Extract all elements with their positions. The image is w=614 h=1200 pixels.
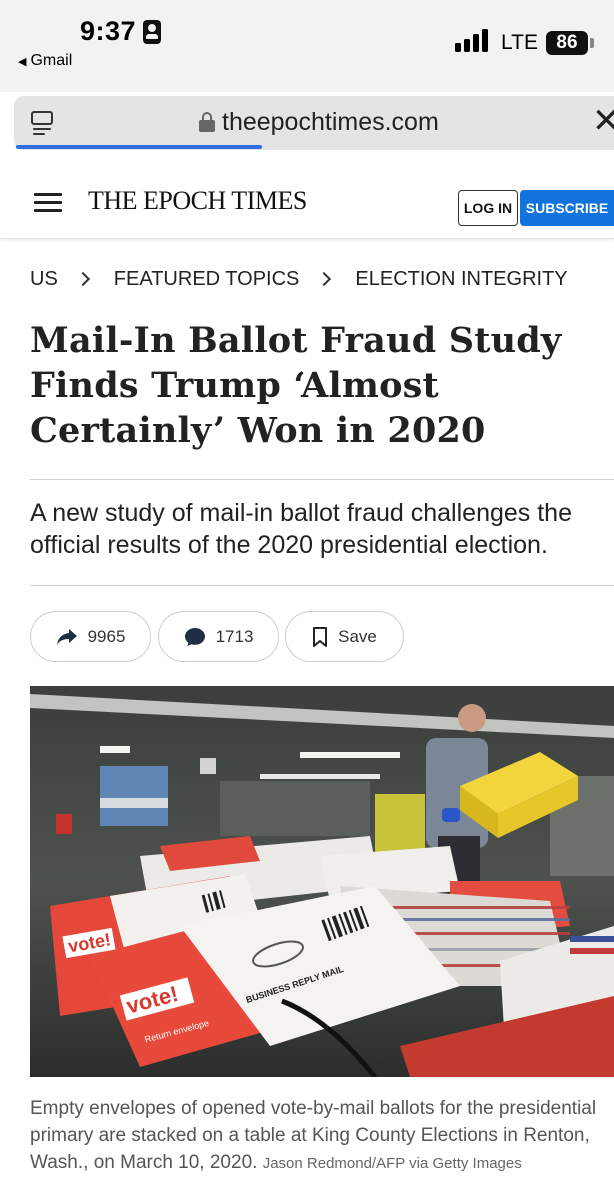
status-bar: 9:37 ◀ Gmail LTE 86 <box>0 0 614 92</box>
chevron-right-icon <box>317 271 332 287</box>
bookmark-icon <box>313 626 328 647</box>
lock-icon <box>199 112 215 132</box>
comment-count: 1713 <box>215 626 254 646</box>
divider <box>30 479 614 480</box>
battery-icon: 86 <box>546 31 588 55</box>
menu-icon[interactable] <box>34 193 62 213</box>
comment-bubble-icon <box>184 627 205 646</box>
comments-button[interactable]: 1713 <box>158 611 279 662</box>
back-app-label: Gmail <box>30 52 73 69</box>
breadcrumb: US FEATURED TOPICS ELECTION INTEGRITY <box>30 266 568 292</box>
subscribe-button[interactable]: SUBSCRIBE <box>520 190 614 226</box>
tabs-icon[interactable] <box>30 111 56 137</box>
breadcrumb-item-election-integrity[interactable]: ELECTION INTEGRITY <box>355 268 567 291</box>
ballot-envelopes-photo: vote! vote! Return envelope BUSINESS REP… <box>30 686 614 1077</box>
network-type: LTE <box>501 31 538 54</box>
share-count: 9965 <box>87 626 126 646</box>
article-subtitle: A new study of mail-in ballot fraud chal… <box>30 499 572 559</box>
login-button[interactable]: LOG IN <box>458 190 518 226</box>
status-time: 9:37 <box>80 16 137 46</box>
photo-credit: Jason Redmond/AFP via Getty Images <box>262 1155 522 1172</box>
image-caption: Empty envelopes of opened vote-by-mail b… <box>30 1095 614 1177</box>
close-icon[interactable]: ✕ <box>592 104 614 138</box>
signal-strength-icon <box>455 28 491 52</box>
id-card-icon <box>143 20 161 44</box>
article-hero-image[interactable]: vote! vote! Return envelope BUSINESS REP… <box>30 686 614 1077</box>
back-to-app-link[interactable]: ◀ Gmail <box>18 52 72 70</box>
back-triangle-icon: ◀ <box>18 55 27 68</box>
article-headline: Mail-In Ballot Fraud Study Finds Trump ‘… <box>30 320 562 451</box>
battery-nub <box>590 38 594 48</box>
divider <box>30 585 614 586</box>
site-logo[interactable]: THE EPOCH TIMES <box>88 186 307 216</box>
chevron-right-icon <box>75 271 90 287</box>
page-load-progress <box>16 145 262 149</box>
share-arrow-icon <box>56 628 77 645</box>
save-label: Save <box>338 626 377 646</box>
url-text[interactable]: theepochtimes.com <box>222 108 439 137</box>
breadcrumb-item-us[interactable]: US <box>30 268 58 291</box>
share-button[interactable]: 9965 <box>30 611 151 662</box>
breadcrumb-item-featured-topics[interactable]: FEATURED TOPICS <box>114 268 300 291</box>
save-button[interactable]: Save <box>285 611 404 662</box>
